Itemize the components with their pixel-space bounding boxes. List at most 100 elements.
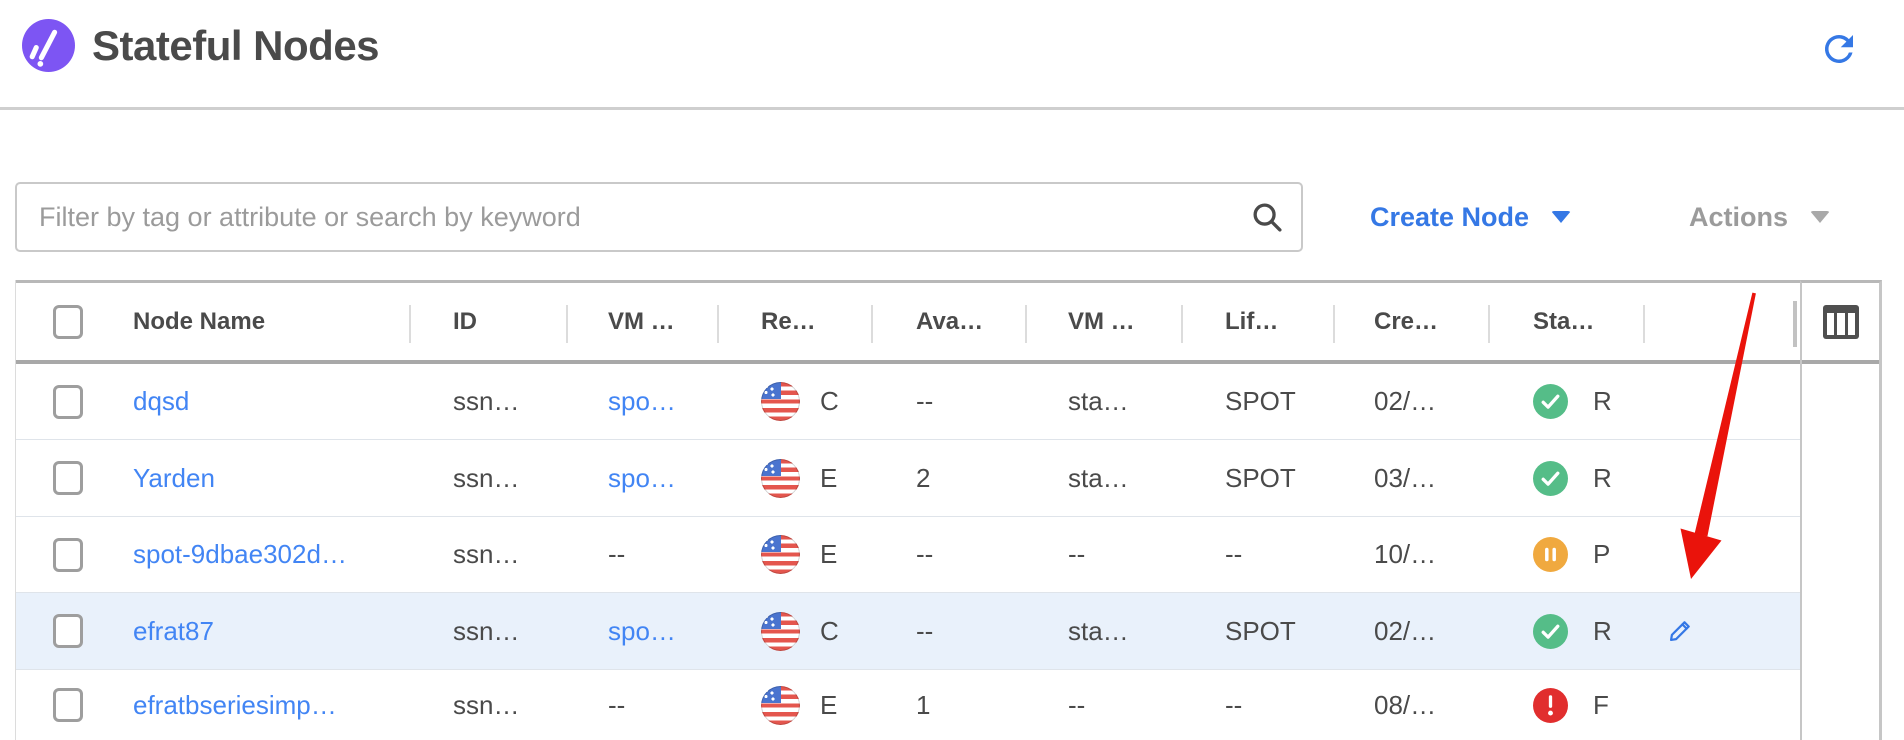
lifecycle-value: -- (1225, 539, 1242, 570)
availability-value: -- (916, 386, 933, 417)
row-checkbox[interactable] (53, 538, 83, 572)
us-flag-icon (761, 459, 800, 498)
node-id: ssn… (453, 386, 519, 417)
column-header-vm-spec: VM … (1068, 283, 1135, 360)
column-separator (1181, 305, 1183, 343)
column-picker-button[interactable] (1823, 305, 1859, 339)
status-value: R (1593, 463, 1623, 494)
node-id: ssn… (453, 690, 519, 721)
table-header-row: Node Name ID VM … Re… Ava… VM … Lif… Cre… (16, 280, 1882, 364)
node-id: ssn… (453, 463, 519, 494)
chevron-down-icon (1810, 211, 1830, 223)
column-separator (1025, 305, 1027, 343)
node-name-link[interactable]: efratbseriesimp… (133, 690, 337, 721)
created-value: 10/… (1374, 539, 1436, 570)
filter-input[interactable] (17, 184, 1301, 250)
us-flag-icon (761, 382, 800, 421)
actions-label: Actions (1689, 202, 1788, 233)
column-header-status: Sta… (1533, 283, 1594, 360)
pencil-icon (1667, 616, 1695, 644)
stateful-nodes-table: Node Name ID VM … Re… Ava… VM … Lif… Cre… (15, 280, 1882, 740)
column-header-vm-image: VM … (608, 283, 675, 360)
row-checkbox[interactable] (53, 461, 83, 495)
edit-node-button[interactable] (1666, 616, 1696, 646)
us-flag-icon (761, 535, 800, 574)
created-value: 08/… (1374, 690, 1436, 721)
check-circle-icon (1533, 384, 1568, 419)
lifecycle-value: SPOT (1225, 386, 1296, 417)
node-name-link[interactable]: dqsd (133, 386, 189, 417)
row-checkbox[interactable] (53, 614, 83, 648)
vm-spec-value: -- (1068, 690, 1085, 721)
pinned-column (1800, 280, 1882, 740)
select-all-checkbox[interactable] (53, 305, 83, 339)
status-value: F (1593, 690, 1623, 721)
vm-image-link[interactable]: spo… (608, 616, 676, 647)
region-value: C (820, 386, 839, 417)
columns-icon (1823, 305, 1859, 339)
vm-image-value: -- (608, 539, 625, 570)
check-circle-icon (1533, 461, 1568, 496)
column-separator (1488, 305, 1490, 343)
page-title: Stateful Nodes (92, 20, 379, 72)
us-flag-icon (761, 612, 800, 651)
table-row[interactable]: dqsd ssn… spo… C -- sta… SPOT 02/… R (16, 364, 1882, 440)
error-circle-icon (1533, 688, 1568, 723)
vm-image-link[interactable]: spo… (608, 386, 676, 417)
availability-value: -- (916, 539, 933, 570)
column-separator (871, 305, 873, 343)
created-value: 02/… (1374, 616, 1436, 647)
top-bar: Stateful Nodes (0, 0, 1904, 110)
row-checkbox[interactable] (53, 385, 83, 419)
column-separator (1333, 305, 1335, 343)
table-row[interactable]: spot-9dbae302d… ssn… -- E -- -- -- 10/… … (16, 517, 1882, 593)
column-separator (1793, 301, 1797, 347)
check-circle-icon (1533, 614, 1568, 649)
column-header-id: ID (453, 283, 477, 360)
refresh-icon (1818, 28, 1860, 70)
region-value: E (820, 539, 837, 570)
created-value: 02/… (1374, 386, 1436, 417)
availability-value: 2 (916, 463, 930, 494)
actions-button[interactable]: Actions (1689, 190, 1830, 244)
column-header-created: Cre… (1374, 283, 1438, 360)
node-name-link[interactable]: efrat87 (133, 616, 214, 647)
vm-spec-value: sta… (1068, 386, 1129, 417)
column-separator (409, 305, 411, 343)
column-header-availability: Ava… (916, 283, 983, 360)
chevron-down-icon (1551, 211, 1571, 223)
vm-spec-value: sta… (1068, 463, 1129, 494)
region-value: C (820, 616, 839, 647)
column-header-lifecycle: Lif… (1225, 283, 1278, 360)
status-value: R (1593, 386, 1623, 417)
lifecycle-value: SPOT (1225, 616, 1296, 647)
node-id: ssn… (453, 616, 519, 647)
node-name-link[interactable]: Yarden (133, 463, 215, 494)
vm-spec-value: sta… (1068, 616, 1129, 647)
column-separator (1643, 305, 1645, 343)
status-value: R (1593, 616, 1623, 647)
created-value: 03/… (1374, 463, 1436, 494)
search-icon[interactable] (1249, 199, 1285, 235)
us-flag-icon (761, 686, 800, 725)
region-value: E (820, 690, 837, 721)
vm-image-link[interactable]: spo… (608, 463, 676, 494)
table-row[interactable]: efratbseriesimp… ssn… -- E 1 -- -- 08/… … (16, 670, 1882, 740)
region-value: E (820, 463, 837, 494)
create-node-button[interactable]: Create Node (1370, 190, 1571, 244)
lifecycle-value: SPOT (1225, 463, 1296, 494)
pause-circle-icon (1533, 537, 1568, 572)
availability-value: 1 (916, 690, 930, 721)
table-row-selected[interactable]: efrat87 ssn… spo… C -- sta… SPOT 02/… R (16, 593, 1882, 670)
refresh-button[interactable] (1818, 28, 1860, 70)
availability-value: -- (916, 616, 933, 647)
node-name-link[interactable]: spot-9dbae302d… (133, 539, 347, 570)
status-value: P (1593, 539, 1623, 570)
table-row[interactable]: Yarden ssn… spo… E 2 sta… SPOT 03/… R (16, 440, 1882, 517)
vm-image-value: -- (608, 690, 625, 721)
vm-spec-value: -- (1068, 539, 1085, 570)
column-separator (717, 305, 719, 343)
spot-logo-icon (22, 19, 75, 72)
column-header-node-name: Node Name (133, 283, 265, 360)
row-checkbox[interactable] (53, 688, 83, 722)
